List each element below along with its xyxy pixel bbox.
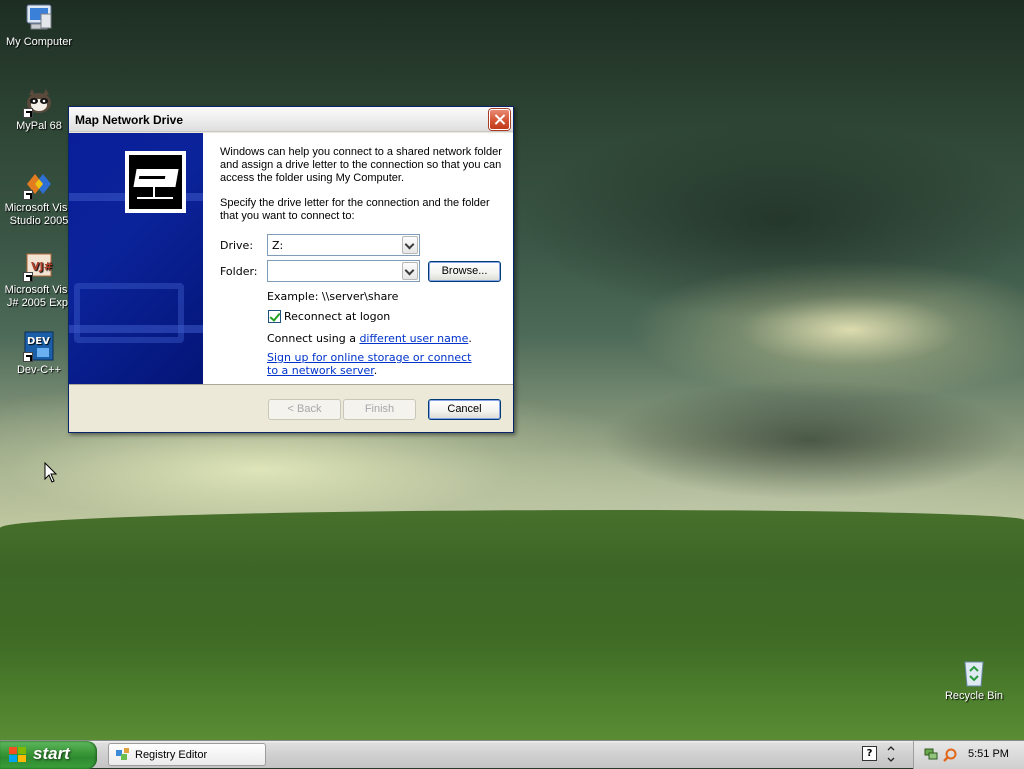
drive-select[interactable]: Z: xyxy=(267,234,420,256)
windows-logo-icon xyxy=(9,747,27,763)
intro-text: Windows can help you connect to a shared… xyxy=(220,146,502,184)
desktop-icon-label: Recycle Bin xyxy=(944,690,1004,702)
search-icon[interactable] xyxy=(942,747,958,763)
taskbar-item-registry-editor[interactable]: Registry Editor xyxy=(108,743,266,766)
drive-row: Drive: Z: xyxy=(220,234,510,256)
finish-button[interactable]: Finish xyxy=(343,399,416,420)
network-icon[interactable] xyxy=(924,747,938,761)
visual-studio-icon xyxy=(23,168,55,200)
system-tray: 5:51 PM xyxy=(913,741,1024,769)
desktop-icon-label-line2: Studio 2005 xyxy=(9,215,69,227)
desktop-icon-visual-studio[interactable]: Microsoft Visu Studio 2005 xyxy=(2,168,76,228)
dialog-title: Map Network Drive xyxy=(75,113,184,127)
intro-text-block: Windows can help you connect to a shared… xyxy=(220,146,510,185)
wallpaper-cloud xyxy=(600,380,1020,500)
shortcut-arrow-icon xyxy=(23,272,33,282)
chevron-down-icon[interactable] xyxy=(402,236,418,254)
desktop-icon-dev-cpp[interactable]: DEV Dev-C++ xyxy=(2,330,76,377)
connect-using-row: Connect using a different user name. xyxy=(267,332,472,345)
example-text: Example: \\server\share xyxy=(267,290,399,303)
visual-jsharp-icon: VJ# xyxy=(23,250,55,282)
dev-cpp-icon: DEV xyxy=(23,330,55,362)
drive-value: Z: xyxy=(272,239,284,252)
instruction-text: Specify the drive letter for the connect… xyxy=(220,197,490,222)
shortcut-arrow-icon xyxy=(23,190,33,200)
clock[interactable]: 5:51 PM xyxy=(968,748,1009,760)
signup-row: Sign up for online storage or connect to… xyxy=(267,351,482,377)
my-computer-icon xyxy=(23,2,55,34)
taskbar: start Registry Editor ? 5:51 PM xyxy=(0,740,1024,769)
desktop-icon-label-line1: Microsoft Visu xyxy=(4,202,74,214)
desktop-icon-visual-jsharp[interactable]: VJ# Microsoft Visu J# 2005 Exp. xyxy=(2,250,76,310)
decorative-computer-outline xyxy=(74,283,184,343)
connect-using-prefix: Connect using a xyxy=(267,332,360,345)
network-drive-icon xyxy=(125,151,186,213)
svg-text:VJ#: VJ# xyxy=(31,260,53,273)
expand-tray-icon[interactable] xyxy=(886,744,896,764)
wallpaper-cloud xyxy=(520,120,1024,320)
desktop-icon-label: Dev-C++ xyxy=(16,364,62,376)
drive-label: Drive: xyxy=(220,239,254,252)
desktop: My Computer MyPal 68 Microsoft Visu Stud… xyxy=(0,0,1024,740)
raccoon-icon xyxy=(23,86,55,118)
shortcut-arrow-icon xyxy=(23,108,33,118)
taskbar-item-label: Registry Editor xyxy=(135,749,208,761)
folder-label: Folder: xyxy=(220,265,258,278)
desktop-icon-mypal[interactable]: MyPal 68 xyxy=(2,86,76,133)
dialog-footer: < Back Finish Cancel xyxy=(69,384,513,432)
reconnect-label: Reconnect at logon xyxy=(284,310,391,323)
instruction-text-block: Specify the drive letter for the connect… xyxy=(220,197,510,223)
help-icon[interactable]: ? xyxy=(862,746,877,761)
online-storage-link[interactable]: Sign up for online storage or connect to… xyxy=(267,351,472,377)
mouse-cursor-icon xyxy=(44,461,58,487)
browse-button[interactable]: Browse... xyxy=(428,261,501,282)
svg-text:DEV: DEV xyxy=(27,336,50,347)
desktop-icon-my-computer[interactable]: My Computer xyxy=(2,2,76,49)
desktop-icon-label-line1: Microsoft Visu xyxy=(4,284,74,296)
shortcut-arrow-icon xyxy=(23,352,33,362)
back-button[interactable]: < Back xyxy=(268,399,341,420)
chevron-down-icon[interactable] xyxy=(402,262,418,280)
registry-editor-icon xyxy=(115,747,131,763)
start-label: start xyxy=(33,744,70,763)
desktop-icon-label: My Computer xyxy=(5,36,73,48)
dialog-titlebar[interactable]: Map Network Drive xyxy=(69,107,513,132)
map-network-drive-dialog: Map Network Drive Windows can help you c… xyxy=(68,106,514,433)
dialog-body: Windows can help you connect to a shared… xyxy=(69,133,513,384)
wallpaper-hills xyxy=(0,510,1024,740)
desktop-icon-label-line2: J# 2005 Exp. xyxy=(6,297,72,309)
folder-combo[interactable] xyxy=(267,260,420,282)
connect-using-suffix: . xyxy=(468,332,472,345)
close-button[interactable] xyxy=(489,109,510,130)
reconnect-checkbox[interactable] xyxy=(268,310,281,323)
signup-suffix: . xyxy=(373,364,378,377)
recycle-bin-icon xyxy=(958,656,990,688)
folder-row: Folder: Browse... xyxy=(220,260,510,282)
start-button[interactable]: start xyxy=(0,741,97,769)
cancel-button[interactable]: Cancel xyxy=(428,399,501,420)
desktop-icon-recycle-bin[interactable]: Recycle Bin xyxy=(937,656,1011,703)
desktop-icon-label: MyPal 68 xyxy=(16,120,62,132)
different-user-name-link[interactable]: different user name xyxy=(359,332,468,345)
dialog-side-panel xyxy=(69,133,203,384)
